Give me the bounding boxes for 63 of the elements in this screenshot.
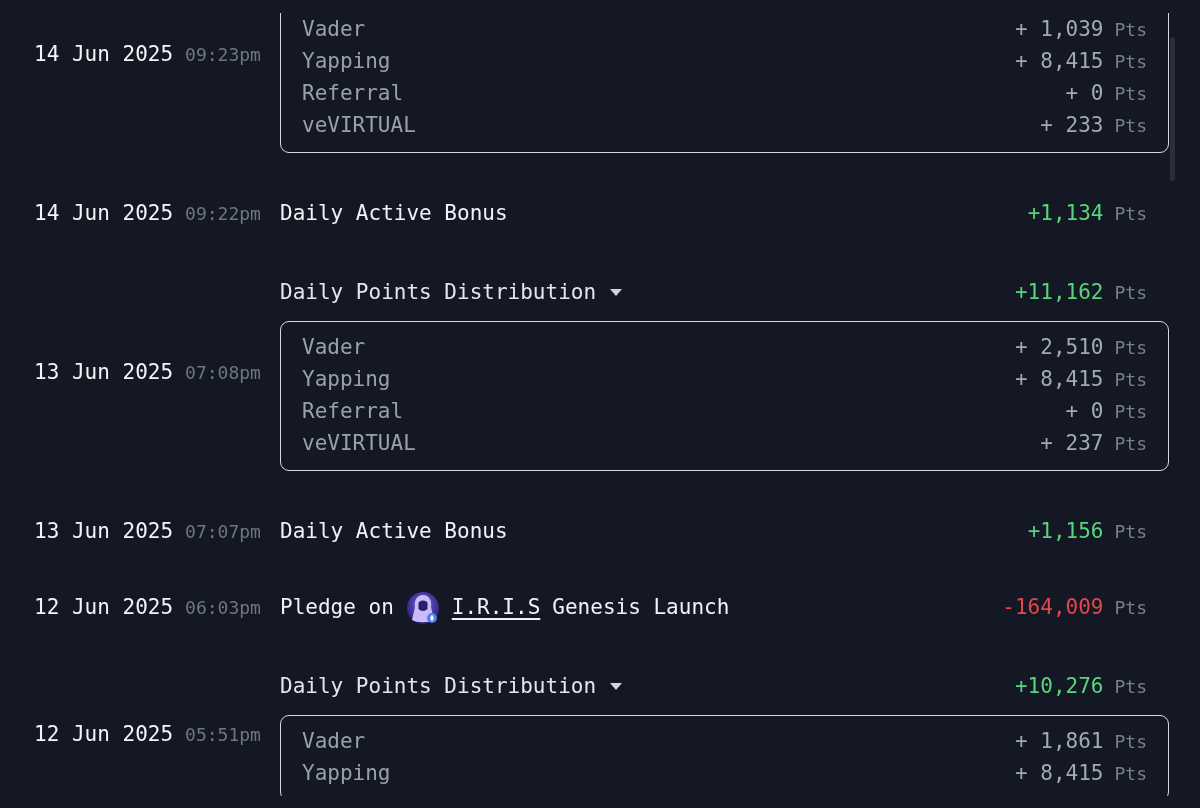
source-label: veVIRTUAL — [302, 112, 416, 140]
points-unit: Pts — [1114, 367, 1147, 392]
distribution-toggle[interactable]: Daily Points Distribution — [280, 276, 623, 309]
source-label: Vader — [302, 727, 366, 755]
points-amount: +1,156 — [1027, 517, 1104, 545]
date-text: 13 Jun 2025 — [34, 358, 174, 386]
points-unit: Pts — [1114, 431, 1147, 456]
time-text: 09:22pm — [185, 202, 261, 226]
points-unit: Pts — [1114, 18, 1147, 43]
points-unit: Pts — [1114, 280, 1147, 305]
date-text: 13 Jun 2025 — [34, 517, 174, 545]
source-amount: + 0 — [1065, 80, 1104, 108]
points-unit: Pts — [1114, 82, 1147, 107]
source-label: Vader — [302, 16, 366, 44]
source-amount: + 233 — [1040, 112, 1104, 140]
source-label: Referral — [302, 80, 404, 108]
points-amount: +11,162 — [1014, 278, 1104, 306]
source-label: Yapping — [302, 48, 391, 76]
points-unit: Pts — [1114, 729, 1147, 754]
points-unit: Pts — [1114, 202, 1147, 226]
date-text: 12 Jun 2025 — [34, 594, 174, 621]
scrollbar-thumb[interactable] — [1170, 37, 1175, 181]
source-amount: + 1,861 — [1014, 727, 1104, 755]
source-amount: + 8,415 — [1014, 365, 1104, 393]
date-text: 14 Jun 2025 — [34, 200, 174, 227]
source-amount: + 2,510 — [1014, 333, 1104, 361]
time-text: 09:23pm — [185, 43, 261, 68]
entry-title: Daily Active Bonus — [280, 200, 508, 227]
date-text: 14 Jun 2025 — [34, 41, 174, 69]
entry-title: Daily Active Bonus — [280, 517, 508, 545]
caret-icon — [610, 683, 623, 690]
source-amount: + 8,415 — [1014, 48, 1104, 76]
project-link[interactable]: I.R.I.S — [451, 592, 541, 624]
points-unit: Pts — [1114, 761, 1147, 786]
time-text: 06:03pm — [185, 596, 261, 620]
hooded-figure-icon — [405, 590, 440, 625]
source-label: Yapping — [302, 759, 391, 787]
points-unit: Pts — [1114, 674, 1147, 699]
source-label: veVIRTUAL — [302, 429, 416, 457]
source-label: Vader — [302, 333, 366, 361]
pledge-text: Pledge on — [280, 594, 394, 621]
time-text: 05:51pm — [185, 722, 261, 747]
source-amount: + 1,039 — [1014, 16, 1104, 44]
points-unit: Pts — [1114, 335, 1147, 360]
points-unit: Pts — [1114, 596, 1147, 620]
source-amount: + 237 — [1040, 429, 1104, 457]
time-text: 07:07pm — [185, 519, 261, 544]
distribution-toggle[interactable]: Daily Points Distribution — [280, 670, 623, 703]
points-unit: Pts — [1114, 519, 1147, 544]
points-unit: Pts — [1114, 114, 1147, 139]
source-amount: + 8,415 — [1014, 759, 1104, 787]
points-amount: +10,276 — [1014, 672, 1104, 700]
points-unit: Pts — [1114, 50, 1147, 75]
source-amount: + 0 — [1065, 397, 1104, 425]
time-text: 07:08pm — [185, 360, 261, 385]
source-label: Referral — [302, 397, 404, 425]
source-label: Yapping — [302, 365, 391, 393]
points-amount: +1,134 — [1027, 200, 1104, 227]
pledge-text: Genesis Launch — [552, 594, 730, 621]
date-text: 12 Jun 2025 — [34, 720, 174, 748]
caret-icon — [610, 289, 623, 296]
points-unit: Pts — [1114, 399, 1147, 424]
points-amount: -164,009 — [1002, 594, 1104, 621]
